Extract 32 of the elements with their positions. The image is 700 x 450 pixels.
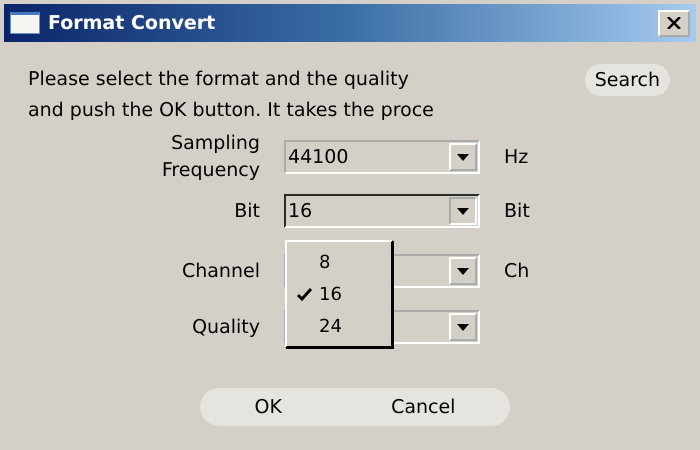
- dropdown-button[interactable]: [449, 197, 477, 225]
- caret-icon: [457, 268, 469, 274]
- search-button[interactable]: Search: [584, 64, 670, 96]
- dropdown-button[interactable]: [449, 143, 477, 171]
- dropdown-button[interactable]: [449, 313, 477, 341]
- ok-button[interactable]: OK: [240, 388, 296, 426]
- dropdown-option[interactable]: 16: [287, 278, 391, 310]
- dropdown-field[interactable]: 16: [284, 194, 480, 228]
- dropdown-field[interactable]: 44100: [284, 140, 480, 174]
- dropdown-value: 16: [287, 200, 314, 222]
- dropdown-value: 44100: [287, 146, 350, 168]
- field-label: Bit: [234, 198, 260, 224]
- field-label: Sampling Frequency: [160, 131, 260, 183]
- dropdown-option[interactable]: 24: [287, 310, 391, 342]
- cancel-button[interactable]: Cancel: [377, 388, 470, 426]
- instruction-text: Please select the format and the quality: [28, 67, 410, 92]
- unit-label: Hz: [504, 146, 530, 168]
- dropdown-button[interactable]: [449, 257, 477, 285]
- window-icon: [10, 12, 40, 34]
- check-icon: [297, 288, 312, 300]
- instruction-text: and push the OK button. It takes the proce: [28, 98, 434, 123]
- field-label: Quality: [192, 314, 260, 340]
- close-icon: [667, 17, 681, 29]
- field-label: Channel: [182, 258, 260, 284]
- caret-icon: [457, 324, 469, 330]
- unit-label: Bit: [504, 200, 531, 222]
- caret-icon: [457, 208, 469, 214]
- close-button[interactable]: [658, 10, 690, 36]
- window-title: Format Convert: [48, 12, 216, 34]
- caret-icon: [457, 154, 469, 160]
- unit-label: Ch: [504, 260, 530, 282]
- dropdown-option[interactable]: 8: [287, 246, 391, 278]
